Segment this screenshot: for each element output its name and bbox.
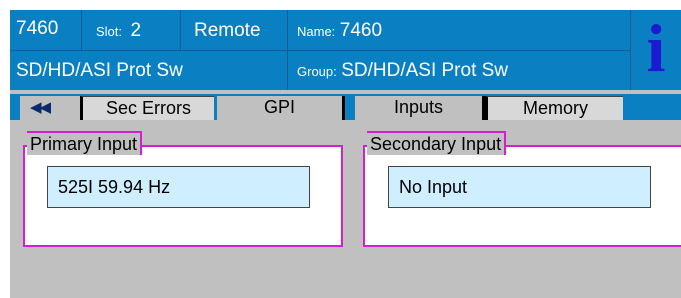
tab-sec-errors[interactable]: Sec Errors <box>80 96 214 120</box>
name-value: 7460 <box>339 20 383 41</box>
secondary-input-value: No Input <box>388 166 651 208</box>
divider <box>81 10 82 50</box>
device-description: SD/HD/ASI Prot Sw <box>16 60 183 81</box>
info-icon[interactable]: i <box>632 14 680 84</box>
primary-input-value: 525I 59.94 Hz <box>47 166 310 208</box>
back-arrows-icon[interactable]: ◀◀ <box>30 98 51 116</box>
secondary-input-title: Secondary Input <box>367 131 507 155</box>
group-label: Group: <box>297 64 337 79</box>
back-button[interactable] <box>20 96 80 120</box>
tab-gpi[interactable]: GPI <box>217 96 345 120</box>
divider <box>180 10 181 50</box>
divider <box>10 50 630 51</box>
header-bar: 7460 Slot: 2 Remote Name: 7460 SD/HD/ASI… <box>10 10 681 90</box>
slot-value: 2 <box>130 20 142 41</box>
divider <box>630 10 631 90</box>
tab-inputs[interactable]: Inputs <box>355 96 485 120</box>
model-label: 7460 <box>16 18 59 39</box>
slot-field: Slot: 2 <box>96 20 141 42</box>
tab-memory[interactable]: Memory <box>485 96 623 120</box>
slot-label: Slot: <box>96 24 123 39</box>
control-panel: 7460 Slot: 2 Remote Name: 7460 SD/HD/ASI… <box>10 10 681 298</box>
name-field: Name: 7460 <box>297 20 382 42</box>
name-label: Name: <box>297 24 336 39</box>
group-value: SD/HD/ASI Prot Sw <box>341 60 509 81</box>
primary-input-title: Primary Input <box>27 131 143 155</box>
group-field: Group: SD/HD/ASI Prot Sw <box>297 60 508 82</box>
mode-label: Remote <box>194 20 261 41</box>
